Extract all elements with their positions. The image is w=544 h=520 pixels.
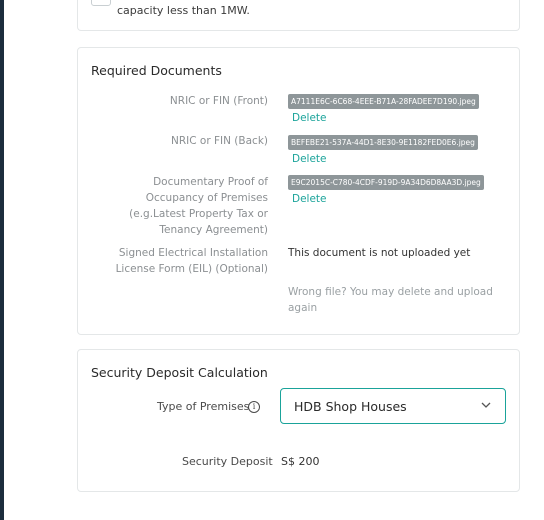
delete-link-nric-front[interactable]: Delete [292, 112, 327, 124]
confirmation-text: capacity less than 1MW. [117, 4, 250, 17]
doc-label-eil-form: Signed Electrical Installation License F… [115, 247, 268, 275]
doc-label-nric-front: NRIC or FIN (Front) [169, 95, 268, 107]
premises-type-label: Type of Premises [157, 400, 250, 413]
security-deposit-card: Security Deposit Calculation Type of Pre… [77, 349, 520, 492]
required-documents-card: Required Documents NRIC or FIN (Front) A… [77, 47, 520, 335]
info-circle-icon[interactable]: i [248, 401, 260, 413]
required-documents-title: Required Documents [91, 63, 222, 78]
file-chip-nric-front[interactable]: A7111E6C-6C68-4EEE-B71A-28FADEE7D190.jpe… [288, 94, 479, 109]
security-deposit-label: Security Deposit [182, 455, 273, 468]
wrong-file-hint: Wrong file? You may delete and upload ag… [288, 286, 493, 314]
delete-link-nric-back[interactable]: Delete [292, 153, 327, 165]
security-deposit-value: S$ 200 [281, 455, 320, 468]
file-chip-nric-back[interactable]: BEFEBE21-537A-44D1-8E30-9E1182FED0E6.jpe… [288, 135, 478, 150]
security-deposit-title: Security Deposit Calculation [91, 365, 268, 380]
premises-type-value: HDB Shop Houses [294, 399, 407, 414]
confirmation-card: capacity less than 1MW. [77, 0, 520, 31]
chevron-down-icon [481, 402, 491, 408]
confirmation-checkbox[interactable] [91, 0, 111, 6]
eil-upload-status: This document is not uploaded yet [288, 247, 471, 259]
delete-link-occupancy-proof[interactable]: Delete [292, 193, 327, 205]
doc-label-occupancy-proof: Documentary Proof of Occupancy of Premis… [129, 176, 268, 236]
premises-type-select[interactable]: HDB Shop Houses [280, 388, 506, 424]
file-chip-occupancy-proof[interactable]: E9C2015C-C780-4CDF-919D-9A34D6D8AA3D.jpe… [288, 175, 484, 190]
application-page: capacity less than 1MW. Required Documen… [4, 0, 544, 520]
doc-label-nric-back: NRIC or FIN (Back) [170, 135, 268, 147]
